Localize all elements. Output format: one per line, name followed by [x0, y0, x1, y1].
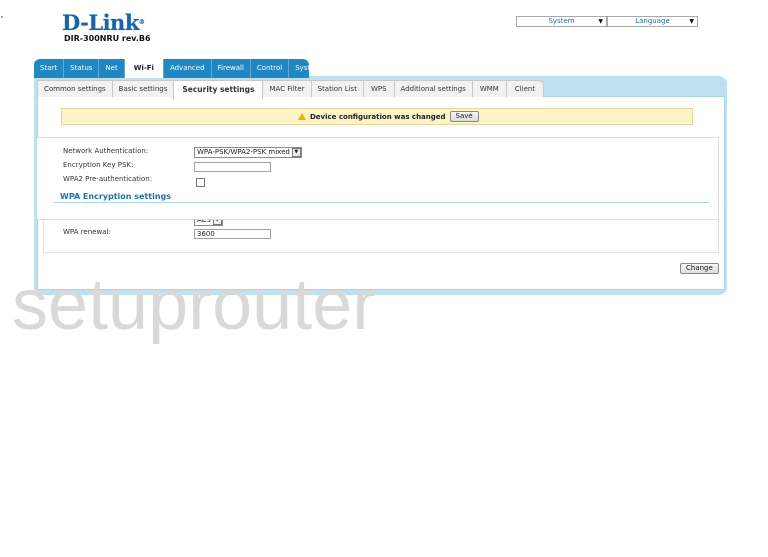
save-button[interactable]: Save: [449, 111, 479, 122]
chevron-down-icon: ▼: [291, 148, 301, 157]
change-button[interactable]: Change: [680, 263, 719, 274]
notice-text: Device configuration was changed: [310, 112, 446, 121]
system-select[interactable]: System ▼: [516, 16, 607, 27]
tab-control[interactable]: Control: [251, 59, 290, 78]
psk-label: Encryption Key PSK:: [63, 161, 134, 169]
chevron-down-icon: ▼: [598, 18, 603, 25]
tab-advanced[interactable]: Advanced: [164, 59, 212, 78]
model-name: DIR-300NRU rev.B6: [64, 34, 151, 43]
preauth-label: WPA2 Pre-authentication:: [63, 175, 153, 183]
wpa-renewal-label: WPA renewal:: [63, 228, 111, 236]
logo-text: D-Link®: [62, 10, 145, 35]
language-select[interactable]: Language ▼: [607, 16, 698, 27]
main-nav: Start Status Net Wi-Fi Advanced Firewall…: [34, 59, 321, 78]
subtab-wmm[interactable]: WMM: [471, 80, 507, 97]
decorative-dot: [1, 16, 3, 18]
sub-nav: Common settings Basic settings Security …: [37, 80, 545, 99]
preauth-checkbox[interactable]: [196, 178, 205, 187]
tab-firewall[interactable]: Firewall: [212, 59, 251, 78]
subtab-security-settings[interactable]: Security settings: [173, 80, 264, 99]
network-auth-select[interactable]: WPA-PSK/WPA2-PSK mixed ▼: [194, 147, 302, 158]
language-select-label: Language: [635, 17, 670, 25]
subtab-basic-settings[interactable]: Basic settings: [111, 80, 175, 97]
section-divider: [53, 202, 709, 203]
logo-wordmark: D-Link: [62, 10, 139, 35]
subtab-station-list[interactable]: Station List: [310, 80, 364, 97]
subtab-client[interactable]: Client: [505, 80, 545, 97]
tab-net[interactable]: Net: [99, 59, 125, 78]
chevron-down-icon: ▼: [689, 18, 694, 25]
subtab-common-settings[interactable]: Common settings: [37, 80, 113, 97]
subtab-mac-filter[interactable]: MAC Filter: [262, 80, 312, 97]
subtab-additional-settings[interactable]: Additional settings: [393, 80, 473, 97]
system-select-label: System: [548, 17, 575, 25]
tab-start[interactable]: Start: [34, 59, 65, 78]
psk-input[interactable]: [194, 162, 271, 172]
tab-system[interactable]: System: [289, 59, 327, 78]
network-auth-label: Network Authentication:: [63, 147, 149, 155]
subtab-wps[interactable]: WPS: [362, 80, 395, 97]
warning-icon: [298, 113, 306, 120]
network-auth-value: WPA-PSK/WPA2-PSK mixed: [197, 148, 290, 156]
wpa-renewal-input[interactable]: 3600: [194, 229, 271, 239]
tab-wifi[interactable]: Wi-Fi: [124, 59, 164, 78]
watermark: setuprouter: [12, 265, 377, 345]
dlink-logo: D-Link® DIR-300NRU rev.B6: [62, 12, 151, 43]
tab-status[interactable]: Status: [64, 59, 100, 78]
section-title: WPA Encryption settings: [60, 192, 172, 201]
config-changed-notice: Device configuration was changed Save: [61, 108, 693, 125]
